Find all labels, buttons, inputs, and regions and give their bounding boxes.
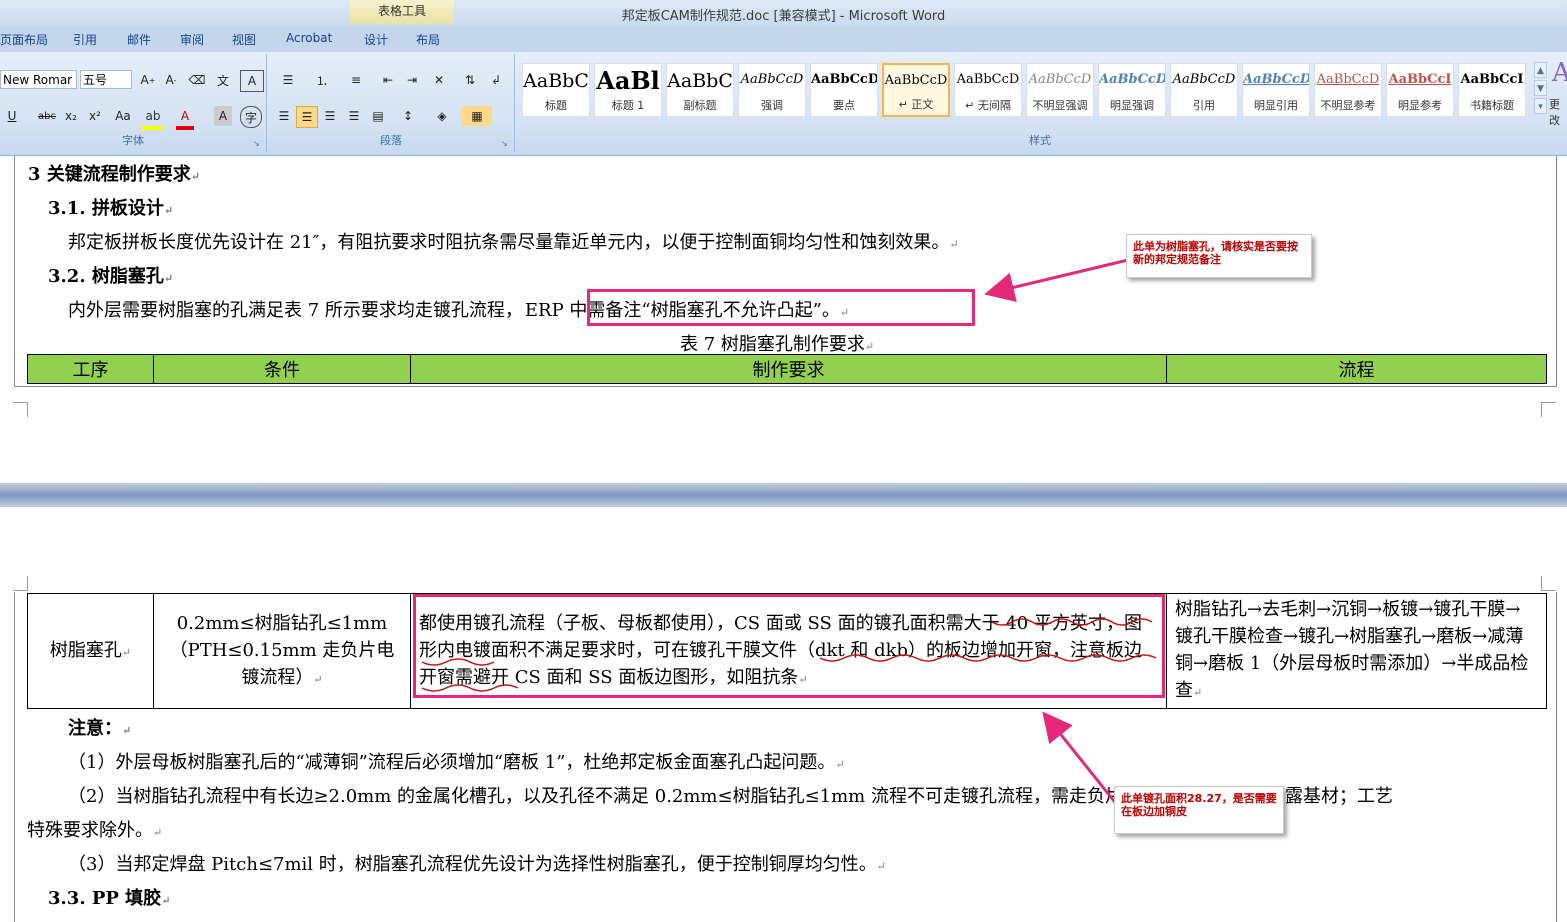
style-subtle-reference[interactable]: AaBbCcD 不明显参考: [1314, 63, 1382, 117]
style-strong[interactable]: AaBbCcD 要点: [810, 63, 878, 117]
justify-icon[interactable]: ☰: [344, 106, 364, 126]
bullets-icon[interactable]: ☰: [274, 70, 302, 90]
align-left-icon[interactable]: ☰: [274, 106, 294, 126]
tab-layout[interactable]: 布局: [416, 31, 440, 48]
style-intense-emphasis[interactable]: AaBbCcD 明显强调: [1098, 63, 1166, 117]
red-underline: [421, 658, 495, 666]
tab-references[interactable]: 引用: [73, 31, 97, 48]
enclose-char-icon[interactable]: 字: [240, 106, 262, 128]
strikethrough-icon[interactable]: abc: [36, 106, 58, 126]
style-no-spacing[interactable]: AaBbCcD ↵ 无间隔: [954, 63, 1022, 117]
style-subtitle[interactable]: AaBbC 副标题: [666, 63, 734, 117]
show-marks-icon[interactable]: ↲: [486, 70, 506, 90]
style-book-title[interactable]: AaBbCcI 书籍标题: [1458, 63, 1526, 117]
tab-review[interactable]: 审阅: [180, 31, 204, 48]
style-intense-quote[interactable]: AaBbCcD 明显引用: [1242, 63, 1310, 117]
paragraph-group-label: 段落: [380, 134, 402, 147]
grow-font-icon[interactable]: A +: [137, 70, 159, 90]
font-group-label: 字体: [122, 134, 144, 147]
shading-icon[interactable]: ◈: [428, 106, 456, 126]
tab-view[interactable]: 视图: [232, 31, 256, 48]
increase-indent-icon[interactable]: ⇥: [402, 70, 422, 90]
font-color-icon[interactable]: A: [176, 106, 194, 130]
ribbon-tab-bar: 页面布局 引用 邮件 审阅 视图 Acrobat 设计 布局: [0, 27, 1567, 52]
style-title[interactable]: AaBbC 标题: [522, 63, 590, 117]
line-spacing-icon[interactable]: ↕: [394, 106, 422, 126]
tab-acrobat[interactable]: Acrobat: [286, 31, 332, 45]
styles-scroll-up-icon[interactable]: ▲: [1534, 62, 1547, 78]
decrease-indent-icon[interactable]: ⇤: [378, 70, 398, 90]
align-right-icon[interactable]: ☰: [320, 106, 340, 126]
styles-scroll-down-icon[interactable]: ▼: [1534, 80, 1547, 96]
red-underline: [991, 618, 1153, 626]
styles-group-label: 样式: [1029, 134, 1051, 147]
underline-icon[interactable]: U: [4, 106, 20, 126]
red-underline: [819, 654, 1157, 662]
styles-group: AaBbC 标题 AaBl 标题 1 AaBbC 副标题 AaBbCcD 强调 …: [516, 54, 1564, 152]
font-dialog-launcher-icon[interactable]: ↘: [253, 139, 262, 148]
char-border-icon[interactable]: A: [240, 70, 264, 92]
superscript-icon[interactable]: x²: [86, 106, 104, 126]
shrink-font-icon[interactable]: A-: [160, 70, 182, 90]
annotation-plating-area: 此单镀孔面积28.27，是否需要在板边加铜皮: [1114, 786, 1284, 834]
ribbon: New Romar 五号 A + A- ⌫ 文 A U abc x₂ x² Aa …: [0, 52, 1567, 156]
sort-icon[interactable]: ⇅: [460, 70, 480, 90]
distribute-icon[interactable]: ▤: [368, 106, 388, 126]
align-center-icon[interactable]: ☰: [296, 106, 318, 128]
font-size-combo[interactable]: 五号: [80, 70, 132, 89]
font-group: New Romar 五号 A + A- ⌫ 文 A U abc x₂ x² Aa …: [0, 54, 267, 152]
subscript-icon[interactable]: x₂: [62, 106, 80, 126]
title-bar: 表格工具 邦定板CAM制作规范.doc [兼容模式] - Microsoft W…: [0, 0, 1567, 27]
phonetic-guide-icon[interactable]: 文: [212, 70, 234, 90]
multilevel-list-icon[interactable]: ≡: [342, 70, 370, 90]
red-underline: [421, 684, 519, 692]
char-shading-icon[interactable]: A: [214, 106, 232, 126]
change-styles-icon[interactable]: A: [1552, 58, 1567, 88]
style-quote[interactable]: AaBbCcD 引用: [1170, 63, 1238, 117]
arrow-1: [984, 258, 1129, 303]
style-subtle-emphasis[interactable]: AaBbCcD 不明显强调: [1026, 63, 1094, 117]
tab-mailings[interactable]: 邮件: [127, 31, 151, 48]
document-area[interactable]: 3 关键流程制作要求↵ 3.1. 拼板设计↵ 邦定板拼板长度优先设计在 21″，…: [0, 156, 1567, 922]
change-case-icon[interactable]: Aa: [110, 106, 136, 126]
tab-page-layout[interactable]: 页面布局: [0, 31, 48, 48]
style-emphasis[interactable]: AaBbCcD 强调: [738, 63, 806, 117]
chinese-layout-icon[interactable]: ✕: [426, 70, 452, 90]
annotation-arrows: [421, 258, 1157, 807]
paragraph-group: ☰ ⒈ ≡ ⇤ ⇥ ✕ ⇅ ↲ ☰ ☰ ☰ ☰ ▤ ↕ ◈ ▦ 段落 ↘: [268, 54, 515, 152]
clear-format-icon[interactable]: ⌫: [186, 70, 208, 90]
tab-design[interactable]: 设计: [364, 31, 388, 48]
style-intense-reference[interactable]: AaBbCcI 明显参考: [1386, 63, 1454, 117]
highlight-color-icon[interactable]: ab: [142, 106, 164, 130]
numbering-icon[interactable]: ⒈: [308, 70, 336, 90]
change-styles-label: 更改: [1549, 98, 1560, 127]
font-name-combo[interactable]: New Romar: [0, 70, 77, 89]
style-heading-1[interactable]: AaBl 标题 1: [594, 63, 662, 117]
paragraph-dialog-launcher-icon[interactable]: ↘: [501, 139, 510, 148]
annotation-resin-plug: 此单为树脂塞孔，请核实是否要按新的邦定规范备注: [1126, 234, 1312, 278]
table-tools-context-label: 表格工具: [350, 0, 454, 24]
arrow-2: [1042, 711, 1120, 807]
style-normal[interactable]: AaBbCcD ↵ 正文: [882, 63, 950, 117]
window-title: 邦定板CAM制作规范.doc [兼容模式] - Microsoft Word: [621, 9, 946, 24]
styles-more-icon[interactable]: ▾: [1534, 98, 1547, 114]
borders-icon[interactable]: ▦: [462, 106, 492, 126]
